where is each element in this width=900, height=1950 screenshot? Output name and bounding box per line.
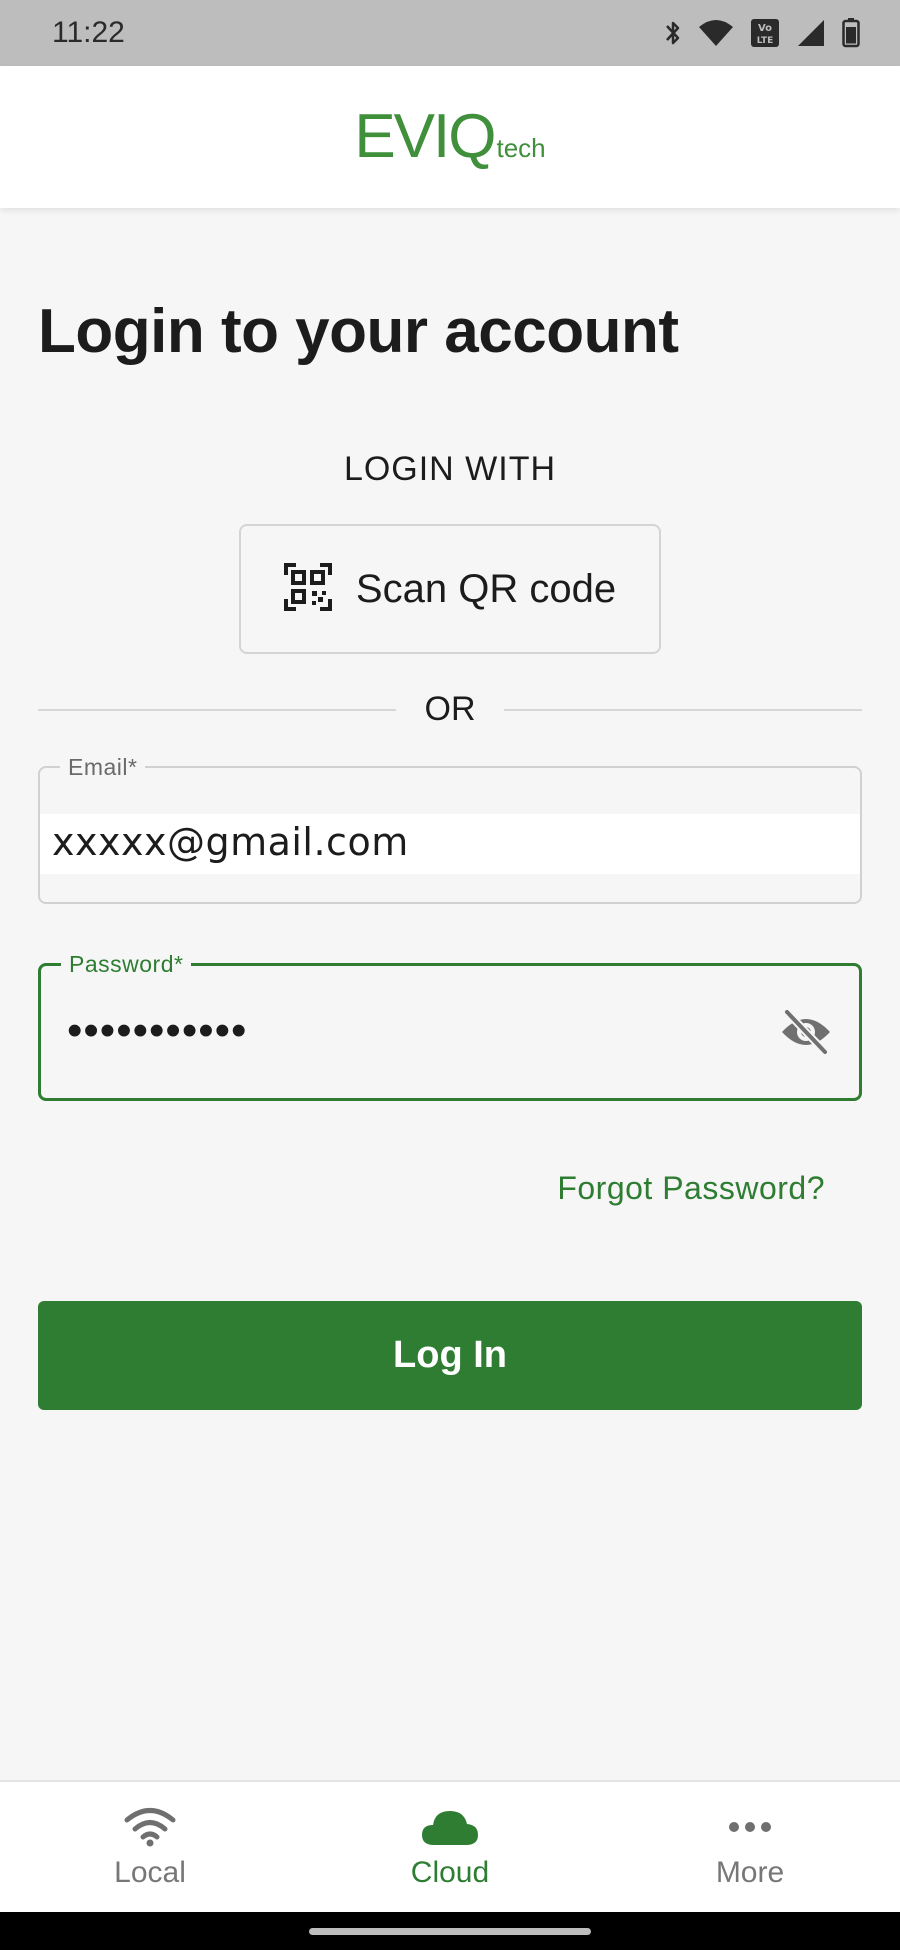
logo-sub-text: tech [496, 133, 546, 163]
log-in-button[interactable]: Log In [38, 1301, 862, 1410]
scan-qr-label: Scan QR code [355, 566, 617, 611]
bluetooth-icon [664, 18, 682, 48]
email-value[interactable]: xxxxx@gmail.com [52, 820, 409, 864]
login-with-label: LOGIN WITH [343, 450, 557, 488]
svg-text:LTE: LTE [757, 36, 774, 46]
nav-label-local: Local [114, 1856, 186, 1889]
nav-label-cloud: Cloud [410, 1856, 490, 1889]
password-label: Password* [61, 951, 192, 978]
status-time: 11:22 [52, 16, 125, 49]
app-header: EVIQ tech [0, 66, 900, 208]
signal-icon [796, 18, 826, 48]
battery-icon [842, 18, 860, 48]
system-gesture-bar [0, 1912, 900, 1950]
home-gesture-handle[interactable] [309, 1928, 591, 1935]
status-icons: Vo LTE [664, 18, 860, 48]
nav-item-cloud[interactable]: Cloud [300, 1782, 600, 1912]
nav-label-more: More [715, 1856, 785, 1889]
password-value[interactable]: ••••••••••• [67, 1006, 247, 1056]
logo-main-text: EVIQ [354, 102, 496, 171]
nav-item-local[interactable]: Local [0, 1782, 300, 1912]
volte-icon: Vo LTE [750, 18, 780, 48]
more-horizontal-icon [720, 1804, 780, 1850]
cloud-icon [420, 1804, 480, 1850]
eviq-logo: EVIQ tech [354, 106, 545, 168]
divider-line-right [504, 709, 862, 711]
status-bar: 11:22 Vo LTE [0, 0, 900, 66]
visibility-off-icon[interactable] [779, 1008, 833, 1056]
email-label: Email* [60, 754, 146, 781]
password-field[interactable]: Password* ••••••••••• [38, 951, 862, 1101]
nav-item-more[interactable]: More [600, 1782, 900, 1912]
scan-qr-button[interactable]: Scan QR code [239, 524, 661, 654]
svg-text:Vo: Vo [758, 23, 772, 34]
bottom-nav: Local Cloud More [0, 1780, 900, 1912]
login-screen: 11:22 Vo LTE EVIQ tech Login to your acc… [0, 0, 900, 1950]
wifi-icon [120, 1804, 180, 1850]
or-divider-text: OR [424, 690, 476, 728]
wifi-icon [698, 19, 734, 47]
forgot-password-link[interactable]: Forgot Password? [557, 1170, 825, 1207]
email-field[interactable]: Email* xxxxx@gmail.com [38, 754, 862, 904]
page-title: Login to your account [38, 297, 679, 366]
qr-code-icon [283, 562, 332, 616]
divider-line-left [38, 709, 396, 711]
